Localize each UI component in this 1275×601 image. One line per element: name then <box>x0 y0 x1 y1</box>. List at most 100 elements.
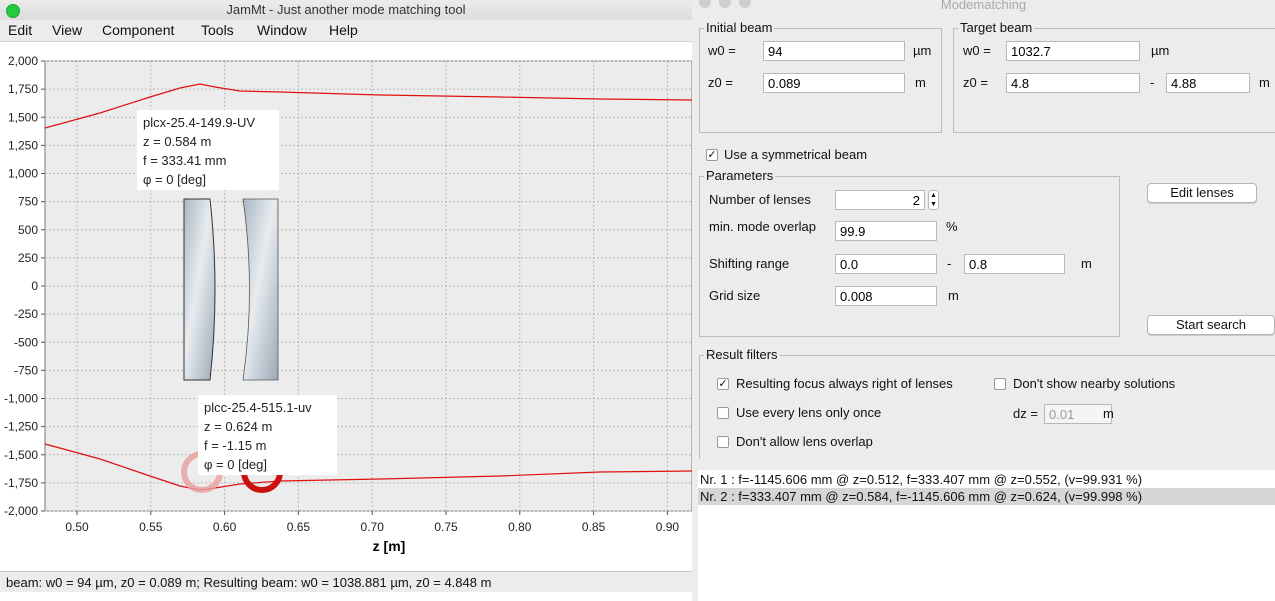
y-tick-label: -1,500 <box>4 448 38 462</box>
target-z0-to-input[interactable] <box>1166 73 1250 93</box>
x-axis: 0.50 0.55 0.60 0.65 0.70 0.75 0.80 0.85 0.90 <box>65 511 679 534</box>
lens-f: f = -1.15 m <box>204 438 267 453</box>
group-title: Target beam <box>958 20 1035 35</box>
x-tick-label: 0.90 <box>656 520 680 534</box>
lens-f: f = 333.41 mm <box>143 153 227 168</box>
list-item[interactable]: Nr. 1 : f=-1145.606 mm @ z=0.512, f=333.… <box>698 471 1275 488</box>
y-tick-label: 2,000 <box>8 54 38 68</box>
grid-size-unit: m <box>948 288 959 303</box>
menu-tools[interactable]: Tools <box>201 22 234 38</box>
y-tick-label: -1,250 <box>4 420 38 434</box>
range-dash: - <box>947 256 952 271</box>
close-window-button[interactable] <box>699 0 711 8</box>
group-title: Parameters <box>704 168 776 183</box>
shift-from-input[interactable] <box>835 254 937 274</box>
z0-label: z0 = <box>708 75 733 90</box>
shift-to-input[interactable] <box>964 254 1065 274</box>
y-tick-label: 0 <box>31 279 38 293</box>
num-lenses-stepper[interactable]: ▲ ▼ <box>928 190 939 210</box>
x-tick-label: 0.55 <box>139 520 163 534</box>
menu-window[interactable]: Window <box>257 22 307 38</box>
w0-unit: µm <box>913 43 932 58</box>
initial-z0-input[interactable] <box>763 73 905 93</box>
w0-unit: µm <box>1151 43 1170 58</box>
nearby-solutions-checkbox[interactable] <box>994 378 1006 390</box>
w0-label: w0 = <box>708 43 736 58</box>
y-tick-label: 1,250 <box>8 138 38 152</box>
initial-beam-group: Initial beam w0 = µm z0 = m <box>699 20 942 133</box>
initial-w0-input[interactable] <box>763 41 905 61</box>
minimize-window-button[interactable] <box>719 0 731 8</box>
parameters-group: Parameters Number of lenses ▲▼ min. mode… <box>699 168 1120 337</box>
lens-plcx[interactable] <box>183 198 216 381</box>
menu-help[interactable]: Help <box>329 22 358 38</box>
y-tick-label: 1,500 <box>8 110 38 124</box>
menu-bar: Edit View Component Tools Window Help <box>0 20 692 42</box>
lens-info-plcx: plcx-25.4-149.9-UV z = 0.584 m f = 333.4… <box>137 110 279 190</box>
x-tick-label: 0.70 <box>361 520 385 534</box>
y-tick-label: 500 <box>18 223 38 237</box>
x-axis-label: z [m] <box>373 538 406 554</box>
lens-z: z = 0.624 m <box>204 419 273 434</box>
menu-component[interactable]: Component <box>102 22 174 38</box>
grid-size-label: Grid size <box>709 288 761 303</box>
overlap-input[interactable] <box>835 221 937 241</box>
grid-size-input[interactable] <box>835 286 937 306</box>
list-item[interactable]: Nr. 2 : f=333.407 mm @ z=0.584, f=-1145.… <box>698 488 1275 505</box>
x-tick-label: 0.75 <box>434 520 458 534</box>
modematching-window: Modematching Initial beam w0 = µm z0 = m… <box>692 0 1275 601</box>
group-title: Initial beam <box>704 20 775 35</box>
x-tick-label: 0.50 <box>65 520 89 534</box>
focus-right-label: Resulting focus always right of lenses <box>736 376 953 391</box>
y-tick-label: 1,750 <box>8 82 38 96</box>
dz-label: dz = <box>1013 406 1038 421</box>
lens-z: z = 0.584 m <box>143 134 212 149</box>
lens-phi: φ = 0 [deg] <box>204 457 268 472</box>
zoom-window-button[interactable] <box>6 4 20 18</box>
overlap-unit: % <box>946 219 958 234</box>
target-z0-from-input[interactable] <box>1006 73 1140 93</box>
lens-info-plcc: plcc-25.4-515.1-uv z = 0.624 m f = -1.15… <box>198 395 337 475</box>
dialog-title: Modematching <box>940 0 1027 12</box>
result-filters-group: Result filters ✓ Resulting focus always … <box>699 347 1275 459</box>
symmetrical-beam-checkbox[interactable]: ✓ <box>706 149 718 161</box>
overlap-label: min. mode overlap <box>709 219 816 234</box>
results-list[interactable]: Nr. 1 : f=-1145.606 mm @ z=0.512, f=333.… <box>698 470 1275 601</box>
beam-plot[interactable]: 2,000 1,750 1,500 1,250 1,000 750 500 250 0 -250 -… <box>0 42 692 562</box>
lens-once-checkbox[interactable] <box>717 407 729 419</box>
lens-phi: φ = 0 [deg] <box>143 172 207 187</box>
dialog-titlebar: Modematching <box>692 0 1275 12</box>
z0-label: z0 = <box>963 75 988 90</box>
start-search-button[interactable]: Start search <box>1147 315 1275 335</box>
focus-right-checkbox[interactable]: ✓ <box>717 378 729 390</box>
range-dash: - <box>1150 75 1155 90</box>
lens-once-label: Use every lens only once <box>736 405 882 420</box>
num-lenses-input[interactable] <box>835 190 925 210</box>
shift-unit: m <box>1081 256 1092 271</box>
shift-label: Shifting range <box>709 256 790 271</box>
y-tick-label: -1,750 <box>4 476 38 490</box>
dz-input[interactable] <box>1044 404 1112 424</box>
target-w0-input[interactable] <box>1006 41 1140 61</box>
window-titlebar: JamMt - Just another mode matching tool <box>0 0 692 20</box>
nearby-solutions-label: Don't show nearby solutions <box>1013 376 1176 391</box>
lens-name: plcx-25.4-149.9-UV <box>143 115 255 130</box>
z0-unit: m <box>915 75 926 90</box>
symmetrical-beam-label: Use a symmetrical beam <box>724 147 868 162</box>
x-tick-label: 0.85 <box>582 520 606 534</box>
num-lenses-label: Number of lenses <box>709 192 811 207</box>
zoom-window-button[interactable] <box>739 0 751 8</box>
window-title: JamMt - Just another mode matching tool <box>226 2 466 17</box>
y-tick-label: -500 <box>14 335 38 349</box>
y-tick-label: 1,000 <box>8 167 38 181</box>
x-tick-label: 0.80 <box>508 520 532 534</box>
menu-view[interactable]: View <box>52 22 82 38</box>
lens-overlap-checkbox[interactable] <box>717 436 729 448</box>
main-window: JamMt - Just another mode matching tool … <box>0 0 692 601</box>
y-axis: 2,000 1,750 1,500 1,250 1,000 750 500 250 0 -250 -… <box>4 54 45 518</box>
lens-name: plcc-25.4-515.1-uv <box>204 400 312 415</box>
y-tick-label: -1,000 <box>4 392 38 406</box>
menu-edit[interactable]: Edit <box>8 22 32 38</box>
target-beam-group: Target beam w0 = µm z0 = - m <box>953 20 1275 133</box>
edit-lenses-button[interactable]: Edit lenses <box>1147 183 1257 203</box>
